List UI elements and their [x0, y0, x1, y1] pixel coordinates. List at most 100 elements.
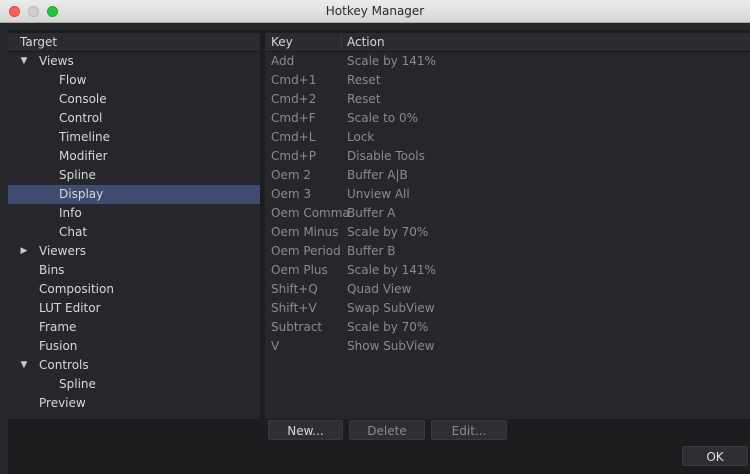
- tree-item-label: Bins: [39, 263, 65, 277]
- tree-item[interactable]: Fusion: [8, 337, 260, 356]
- hotkey-table-header: Key Action: [265, 33, 750, 52]
- hotkey-key-cell: V: [271, 339, 280, 353]
- hotkey-action-cell: Reset: [347, 73, 381, 87]
- hotkey-key-cell: Shift+V: [271, 301, 317, 315]
- action-column-header[interactable]: Action: [347, 33, 385, 52]
- table-row[interactable]: Cmd+L Lock: [265, 128, 750, 147]
- tree-item-label: Timeline: [59, 130, 111, 144]
- hotkey-key-cell: Cmd+2: [271, 92, 317, 106]
- tree-item-label: Info: [59, 206, 82, 220]
- tree-item[interactable]: ▼ Controls: [8, 356, 260, 375]
- tree-item[interactable]: ▼ Views: [8, 52, 260, 71]
- hotkey-key-cell: Subtract: [271, 320, 323, 334]
- tree-item-label: Composition: [39, 282, 114, 296]
- tree-item-label: Console: [59, 92, 107, 106]
- window-title: Hotkey Manager: [325, 4, 425, 18]
- hotkey-key-cell: Oem 2: [271, 168, 311, 182]
- tree-item[interactable]: Info: [8, 204, 260, 223]
- table-row[interactable]: Cmd+2 Reset: [265, 90, 750, 109]
- tree-item-label: Viewers: [39, 244, 87, 258]
- table-row[interactable]: Oem 3 Unview All: [265, 185, 750, 204]
- target-column-header[interactable]: Target: [8, 33, 260, 52]
- column-divider[interactable]: [341, 35, 342, 50]
- tree-item-label: Frame: [39, 320, 77, 334]
- hotkey-key-cell: Oem Comma: [271, 206, 350, 220]
- tree-item-label: Spline: [59, 377, 96, 391]
- hotkey-action-cell: Lock: [347, 130, 375, 144]
- title-bar: Hotkey Manager: [0, 0, 750, 23]
- hotkey-action-cell: Quad View: [347, 282, 412, 296]
- tree-item[interactable]: Preview: [8, 394, 260, 413]
- hotkey-manager-window: Hotkey Manager Target ▼ Views Flow Console C…: [0, 0, 750, 474]
- hotkey-key-cell: Cmd+F: [271, 111, 316, 125]
- table-row[interactable]: Oem Plus Scale by 141%: [265, 261, 750, 280]
- hotkey-action-cell: Scale to 0%: [347, 111, 418, 125]
- expand-arrow-icon[interactable]: ▼: [19, 52, 29, 71]
- hotkey-action-cell: Reset: [347, 92, 381, 106]
- tree-item[interactable]: Timeline: [8, 128, 260, 147]
- hotkey-action-cell: Scale by 141%: [347, 54, 436, 68]
- tree-item[interactable]: Frame: [8, 318, 260, 337]
- delete-button[interactable]: Delete: [349, 420, 425, 440]
- hotkey-key-cell: Oem Plus: [271, 263, 328, 277]
- tree-item[interactable]: Composition: [8, 280, 260, 299]
- hotkey-action-cell: Swap SubView: [347, 301, 435, 315]
- table-row[interactable]: Cmd+1 Reset: [265, 71, 750, 90]
- hotkey-key-cell: Add: [271, 54, 295, 68]
- key-column-header[interactable]: Key: [271, 33, 293, 52]
- tree-item-label: Flow: [59, 73, 87, 87]
- tree-item-label: LUT Editor: [39, 301, 101, 315]
- tree-item-label: Preview: [39, 396, 86, 410]
- hotkey-action-cell: Buffer A: [347, 206, 396, 220]
- hotkey-action-cell: Unview All: [347, 187, 410, 201]
- table-row[interactable]: Add Scale by 141%: [265, 52, 750, 71]
- tree-item-label: Controls: [39, 358, 89, 372]
- tree-item[interactable]: Control: [8, 109, 260, 128]
- table-row[interactable]: Oem Comma Buffer A: [265, 204, 750, 223]
- tree-item[interactable]: Modifier: [8, 147, 260, 166]
- table-row[interactable]: Oem 2 Buffer A|B: [265, 166, 750, 185]
- tree-item-label: Fusion: [39, 339, 78, 353]
- tree-item[interactable]: Flow: [8, 71, 260, 90]
- tree-item-label: Display: [59, 187, 104, 201]
- hotkey-table-panel: Key Action Add Scale by 141% Cmd+1 Reset Cmd…: [265, 33, 750, 419]
- hotkey-action-cell: Show SubView: [347, 339, 435, 353]
- hotkey-action-cell: Scale by 70%: [347, 320, 429, 334]
- tree-item[interactable]: Bins: [8, 261, 260, 280]
- hotkey-key-cell: Shift+Q: [271, 282, 318, 296]
- hotkey-key-cell: Oem 3: [271, 187, 311, 201]
- tree-item[interactable]: Spline: [8, 166, 260, 185]
- tree-item[interactable]: Chat: [8, 223, 260, 242]
- hotkey-key-cell: Oem Minus: [271, 225, 339, 239]
- tree-item-label: Control: [59, 111, 103, 125]
- tree-item[interactable]: Display: [8, 185, 260, 204]
- table-row[interactable]: Oem Minus Scale by 70%: [265, 223, 750, 242]
- tree-item-label: Views: [39, 54, 74, 68]
- tree-item[interactable]: ▶ Viewers: [8, 242, 260, 261]
- tree-item-label: Spline: [59, 168, 96, 182]
- collapse-arrow-icon[interactable]: ▶: [19, 242, 29, 261]
- target-tree-panel: Target ▼ Views Flow Console Control Timeline M…: [8, 33, 260, 419]
- new-button[interactable]: New...: [268, 420, 343, 440]
- hotkey-action-cell: Buffer B: [347, 244, 396, 258]
- ok-button[interactable]: OK: [682, 446, 748, 466]
- hotkey-key-cell: Cmd+P: [271, 149, 316, 163]
- expand-arrow-icon[interactable]: ▼: [19, 356, 29, 375]
- tree-item-label: Modifier: [59, 149, 108, 163]
- table-row[interactable]: Cmd+P Disable Tools: [265, 147, 750, 166]
- table-row[interactable]: Shift+V Swap SubView: [265, 299, 750, 318]
- table-row[interactable]: Oem Period Buffer B: [265, 242, 750, 261]
- edit-button[interactable]: Edit...: [431, 420, 507, 440]
- tree-item[interactable]: Console: [8, 90, 260, 109]
- hotkey-key-cell: Cmd+L: [271, 130, 316, 144]
- table-row[interactable]: Subtract Scale by 70%: [265, 318, 750, 337]
- tree-item[interactable]: Spline: [8, 375, 260, 394]
- tree-item[interactable]: LUT Editor: [8, 299, 260, 318]
- table-row[interactable]: V Show SubView: [265, 337, 750, 356]
- table-row[interactable]: Cmd+F Scale to 0%: [265, 109, 750, 128]
- hotkey-key-cell: Oem Period: [271, 244, 341, 258]
- hotkey-key-cell: Cmd+1: [271, 73, 317, 87]
- hotkey-action-cell: Disable Tools: [347, 149, 425, 163]
- table-row[interactable]: Shift+Q Quad View: [265, 280, 750, 299]
- hotkey-action-cell: Scale by 141%: [347, 263, 436, 277]
